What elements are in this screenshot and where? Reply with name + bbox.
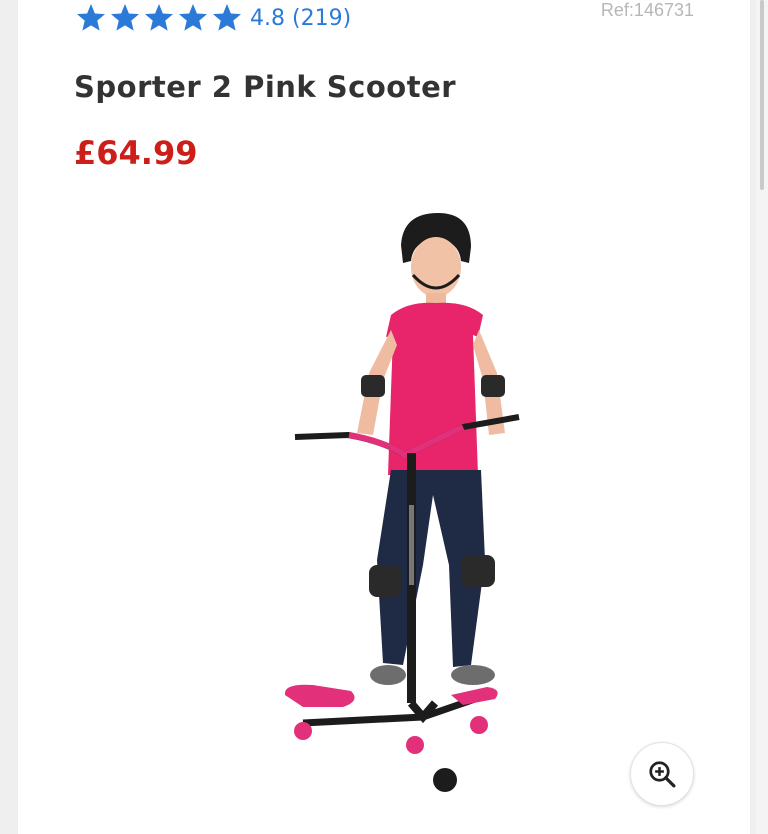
product-card: 4.8 (219) Ref:146731 Sporter 2 Pink Scoo… [18,0,750,834]
star-icon [111,4,139,31]
zoom-button[interactable] [630,742,694,806]
scrollbar[interactable] [756,0,768,834]
rating-text: 4.8 (219) [250,6,351,31]
star-icon [213,4,241,31]
product-reference: Ref:146731 [600,0,694,20]
scooter-deck-left [284,684,355,707]
star-rating [74,2,244,34]
zoom-in-icon [649,761,676,788]
product-title: Sporter 2 Pink Scooter [74,70,457,104]
scrollbar-thumb[interactable] [760,0,764,190]
product-price: £64.99 [74,134,198,172]
rating-value: 4.8 [250,5,285,31]
product-image[interactable] [273,205,543,825]
review-count: (219) [292,5,352,31]
star-icon [77,4,105,31]
star-icon [179,4,207,31]
star-icon [145,4,173,31]
rating[interactable]: 4.8 (219) [74,2,351,34]
